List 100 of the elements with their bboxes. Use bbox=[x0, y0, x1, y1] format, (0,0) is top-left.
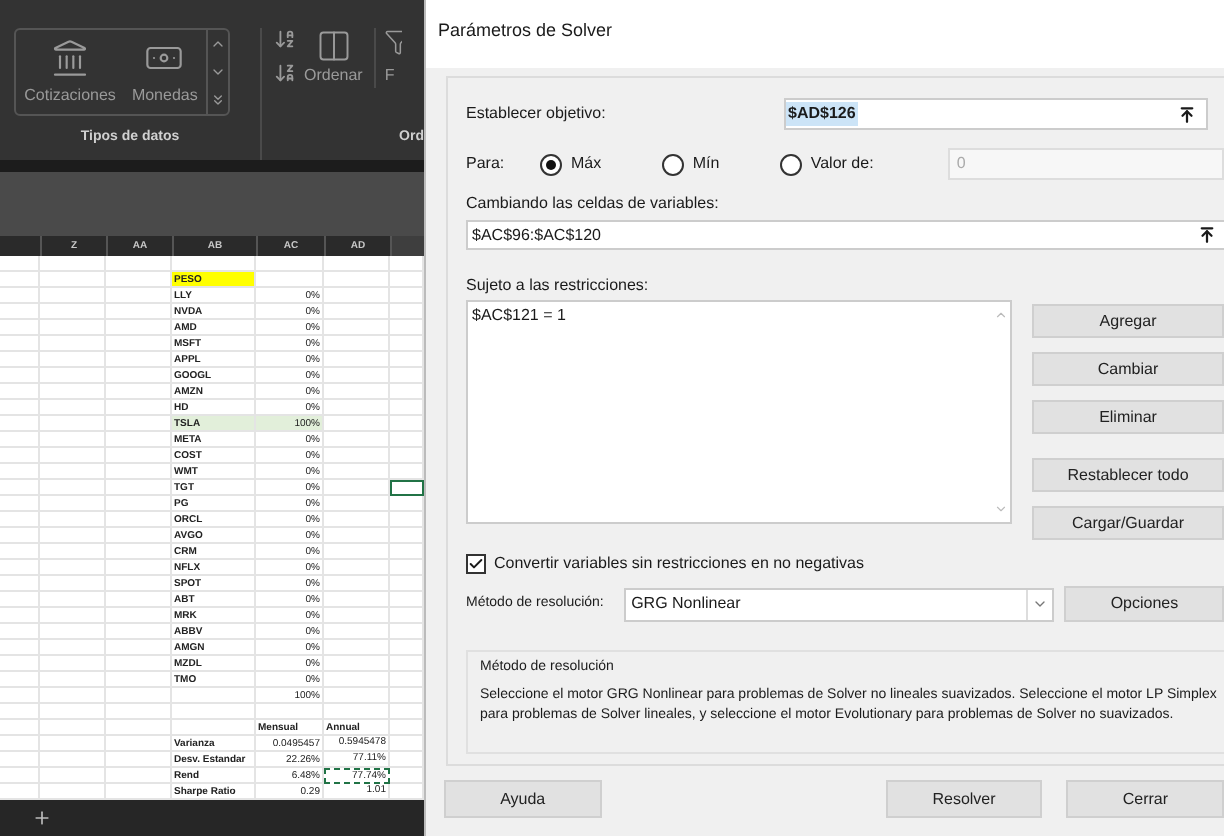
empty-cell[interactable] bbox=[324, 592, 390, 608]
empty-cell[interactable] bbox=[106, 688, 172, 704]
empty-cell[interactable] bbox=[0, 256, 40, 272]
empty-cell[interactable] bbox=[324, 688, 390, 704]
objective-field[interactable]: $AD$126 bbox=[784, 98, 1208, 130]
empty-cell[interactable] bbox=[40, 416, 106, 432]
empty-cell[interactable] bbox=[106, 448, 172, 464]
filter-button[interactable]: F bbox=[374, 28, 403, 88]
empty-cell[interactable] bbox=[40, 368, 106, 384]
empty-cell[interactable] bbox=[40, 704, 106, 720]
data-type-button[interactable]: Cotizaciones bbox=[16, 37, 124, 107]
empty-cell[interactable] bbox=[324, 352, 390, 368]
empty-cell[interactable] bbox=[0, 464, 40, 480]
radio-button[interactable]: Mín bbox=[662, 152, 781, 176]
empty-cell[interactable] bbox=[40, 288, 106, 304]
add-sheet-icon[interactable] bbox=[32, 808, 52, 828]
empty-cell[interactable] bbox=[106, 528, 172, 544]
empty-cell[interactable] bbox=[106, 752, 172, 768]
empty-cell[interactable] bbox=[0, 416, 40, 432]
empty-cell[interactable] bbox=[0, 624, 40, 640]
empty-cell[interactable] bbox=[324, 560, 390, 576]
dialog-button[interactable]: Ayuda bbox=[444, 780, 602, 818]
empty-cell[interactable] bbox=[324, 608, 390, 624]
empty-cell[interactable] bbox=[0, 448, 40, 464]
empty-cell[interactable] bbox=[106, 256, 172, 272]
collapse-icon[interactable] bbox=[1198, 226, 1216, 244]
empty-cell[interactable] bbox=[40, 720, 106, 736]
empty-cell[interactable] bbox=[0, 672, 40, 688]
empty-cell[interactable] bbox=[324, 640, 390, 656]
empty-cell[interactable] bbox=[40, 528, 106, 544]
empty-cell[interactable] bbox=[40, 752, 106, 768]
constraint-item[interactable]: $AC$121 = 1 bbox=[472, 304, 991, 328]
empty-cell[interactable] bbox=[106, 768, 172, 784]
empty-cell[interactable] bbox=[40, 688, 106, 704]
empty-cell[interactable] bbox=[40, 656, 106, 672]
empty-cell[interactable] bbox=[106, 336, 172, 352]
radio-button[interactable]: Máx bbox=[540, 152, 663, 176]
empty-cell[interactable] bbox=[106, 320, 172, 336]
empty-cell[interactable] bbox=[40, 304, 106, 320]
empty-cell[interactable] bbox=[0, 752, 40, 768]
empty-cell[interactable] bbox=[324, 496, 390, 512]
empty-cell[interactable] bbox=[0, 288, 40, 304]
empty-cell[interactable] bbox=[40, 608, 106, 624]
empty-cell[interactable] bbox=[106, 400, 172, 416]
empty-cell[interactable] bbox=[0, 384, 40, 400]
empty-cell[interactable] bbox=[324, 464, 390, 480]
empty-cell[interactable] bbox=[0, 512, 40, 528]
constraints-list[interactable]: $AC$121 = 1 bbox=[466, 300, 1013, 524]
empty-cell[interactable] bbox=[40, 512, 106, 528]
empty-cell[interactable] bbox=[324, 288, 390, 304]
empty-cell[interactable] bbox=[256, 256, 324, 272]
empty-cell[interactable] bbox=[0, 480, 40, 496]
empty-cell[interactable] bbox=[40, 736, 106, 752]
empty-cell[interactable] bbox=[0, 272, 40, 288]
empty-cell[interactable] bbox=[324, 672, 390, 688]
dialog-button[interactable]: Resolver bbox=[885, 780, 1043, 818]
empty-cell[interactable] bbox=[256, 704, 324, 720]
empty-cell[interactable] bbox=[0, 560, 40, 576]
empty-cell[interactable] bbox=[40, 432, 106, 448]
empty-cell[interactable] bbox=[40, 624, 106, 640]
empty-cell[interactable] bbox=[40, 336, 106, 352]
empty-cell[interactable] bbox=[0, 608, 40, 624]
empty-cell[interactable] bbox=[324, 656, 390, 672]
empty-cell[interactable] bbox=[106, 640, 172, 656]
empty-cell[interactable] bbox=[40, 672, 106, 688]
empty-cell[interactable] bbox=[106, 544, 172, 560]
empty-cell[interactable] bbox=[324, 368, 390, 384]
empty-cell[interactable] bbox=[324, 528, 390, 544]
empty-cell[interactable] bbox=[106, 512, 172, 528]
empty-cell[interactable] bbox=[40, 320, 106, 336]
empty-cell[interactable] bbox=[106, 352, 172, 368]
empty-cell[interactable] bbox=[40, 400, 106, 416]
empty-cell[interactable] bbox=[172, 720, 256, 736]
empty-cell[interactable] bbox=[324, 480, 390, 496]
empty-cell[interactable] bbox=[0, 496, 40, 512]
empty-cell[interactable] bbox=[0, 352, 40, 368]
empty-cell[interactable] bbox=[324, 400, 390, 416]
empty-cell[interactable] bbox=[0, 656, 40, 672]
action-button[interactable]: Cargar/Guardar bbox=[1032, 506, 1224, 540]
empty-cell[interactable] bbox=[40, 560, 106, 576]
empty-cell[interactable] bbox=[40, 256, 106, 272]
variables-field[interactable]: $AC$96:$AC$120 bbox=[466, 220, 1224, 250]
empty-cell[interactable] bbox=[0, 592, 40, 608]
checkbox[interactable] bbox=[466, 554, 486, 574]
empty-cell[interactable] bbox=[324, 576, 390, 592]
empty-cell[interactable] bbox=[324, 384, 390, 400]
empty-cell[interactable] bbox=[0, 368, 40, 384]
empty-cell[interactable] bbox=[324, 320, 390, 336]
empty-cell[interactable] bbox=[40, 496, 106, 512]
options-button[interactable]: Opciones bbox=[1064, 586, 1224, 622]
empty-cell[interactable] bbox=[106, 736, 172, 752]
empty-cell[interactable] bbox=[324, 272, 390, 288]
empty-cell[interactable] bbox=[40, 352, 106, 368]
empty-cell[interactable] bbox=[324, 512, 390, 528]
expand-icon[interactable] bbox=[209, 92, 226, 108]
empty-cell[interactable] bbox=[106, 304, 172, 320]
empty-cell[interactable] bbox=[0, 704, 40, 720]
empty-cell[interactable] bbox=[0, 544, 40, 560]
method-dropdown[interactable]: GRG Nonlinear bbox=[623, 587, 1055, 621]
data-type-button[interactable]: Monedas bbox=[123, 37, 206, 107]
